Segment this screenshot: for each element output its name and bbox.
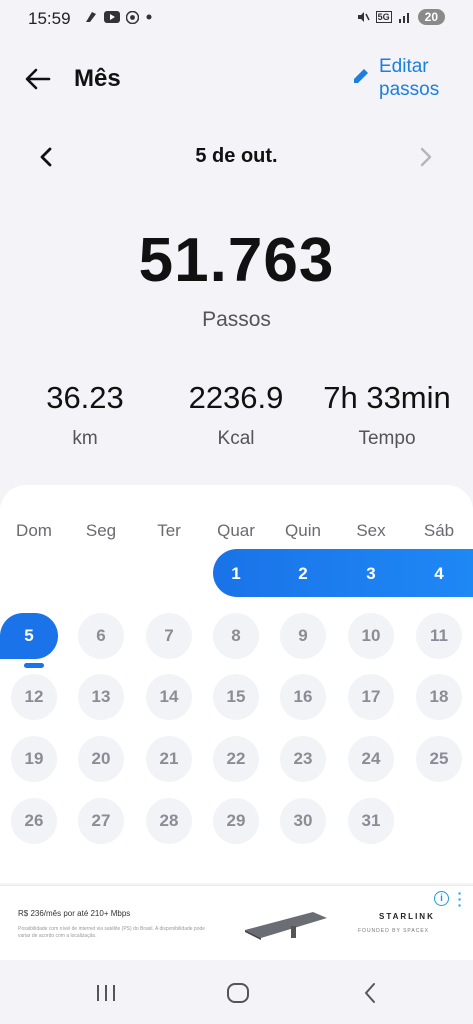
distance-value: 36.23 <box>46 380 124 415</box>
ad-brand-subtitle: FOUNDED BY SPACEX <box>358 928 429 934</box>
calories-stat: 2236.9 Kcal <box>171 380 301 450</box>
calendar-day[interactable]: 9 <box>280 613 326 659</box>
calendar-day[interactable]: 5 <box>0 613 58 659</box>
more-vertical-icon[interactable]: · · · <box>456 886 464 912</box>
signal-app-icon <box>86 12 96 22</box>
pencil-icon <box>354 69 368 83</box>
calories-unit: Kcal <box>217 428 255 449</box>
time-value: 7h 33min <box>323 380 451 415</box>
time-label: Tempo <box>358 428 416 449</box>
signal-icon <box>398 13 409 23</box>
calendar-day[interactable]: 23 <box>280 736 326 782</box>
weekday-label: Sáb <box>423 521 455 540</box>
edit-steps-button[interactable]: Editar passos <box>351 55 459 101</box>
next-date-button[interactable] <box>412 143 440 171</box>
selected-day-marker <box>24 663 44 668</box>
info-icon[interactable]: i <box>434 891 449 906</box>
steps-count: 51.763 <box>138 226 335 295</box>
distance-stat: 36.23 km <box>20 380 150 450</box>
calendar-day[interactable]: 25 <box>416 736 462 782</box>
current-date-label: 5 de out. <box>195 145 278 167</box>
recent-apps-icon <box>97 985 115 1001</box>
arrow-left-icon <box>25 68 51 90</box>
calendar-day[interactable]: 22 <box>213 736 259 782</box>
weekday-label: Quar <box>217 521 255 540</box>
ad-headline: R$ 236/mês por até 210+ Mbps <box>18 909 131 918</box>
steps-label: Passos <box>202 308 271 331</box>
edit-label-line1: Editar <box>379 56 429 77</box>
date-navigation: 5 de out. <box>0 135 473 179</box>
calendar-day[interactable]: 30 <box>280 798 326 844</box>
calendar-day[interactable]: 14 <box>146 674 192 720</box>
chevron-right-icon <box>420 147 432 167</box>
calendar-day[interactable]: 20 <box>78 736 124 782</box>
ad-banner[interactable]: R$ 236/mês por até 210+ Mbps Possibilida… <box>0 885 473 960</box>
edit-label-line2: passos <box>379 79 440 100</box>
calendar-day[interactable]: 8 <box>213 613 259 659</box>
calendar-day[interactable]: 27 <box>78 798 124 844</box>
calendar-day[interactable]: 16 <box>280 674 326 720</box>
calendar-day[interactable]: 19 <box>11 736 57 782</box>
calendar-day[interactable]: 24 <box>348 736 394 782</box>
ad-brand: STARLINK <box>379 912 435 921</box>
satellite-dish-image <box>245 912 327 940</box>
weekday-label: Sex <box>356 521 386 540</box>
youtube-icon <box>104 11 120 23</box>
recent-apps-button[interactable] <box>86 978 126 1008</box>
calendar-day[interactable]: 6 <box>78 613 124 659</box>
calendar-day[interactable]: 12 <box>11 674 57 720</box>
dot-icon <box>146 14 152 20</box>
calendar-day[interactable]: 28 <box>146 798 192 844</box>
battery-indicator: 20 <box>417 9 445 25</box>
distance-unit: km <box>72 428 98 449</box>
calendar-day[interactable]: 7 <box>146 613 192 659</box>
home-icon <box>227 983 249 1003</box>
ad-disclaimer: Possibilidade com nível de internet via … <box>18 926 206 939</box>
stats-row: 36.23 km 2236.9 Kcal 7h 33min Tempo <box>0 380 473 460</box>
weekday-label: Ter <box>157 521 181 540</box>
calendar-day[interactable]: 18 <box>416 674 462 720</box>
system-back-button[interactable] <box>350 978 390 1008</box>
calendar-day[interactable]: 26 <box>11 798 57 844</box>
mute-icon <box>357 12 370 22</box>
time-stat: 7h 33min Tempo <box>313 380 461 450</box>
calendar-day[interactable]: 10 <box>348 613 394 659</box>
weekday-label: Quin <box>285 521 321 540</box>
network-label: 5G <box>375 11 392 23</box>
calendar-day[interactable]: 3 <box>348 551 394 597</box>
weekday-label: Dom <box>16 521 52 540</box>
calendar-day[interactable]: 4 <box>416 551 462 597</box>
calendar-day[interactable]: 15 <box>213 674 259 720</box>
calendar-day[interactable]: 11 <box>416 613 462 659</box>
app-header: Mês Editar passos <box>0 55 473 105</box>
weekday-label: Seg <box>85 521 117 540</box>
system-nav-bar <box>0 962 473 1024</box>
back-button[interactable] <box>22 63 54 95</box>
calendar-day[interactable]: 2 <box>280 551 326 597</box>
calendar-day[interactable]: 17 <box>348 674 394 720</box>
calendar-day[interactable]: 31 <box>348 798 394 844</box>
page-title: Mês <box>74 65 121 92</box>
calendar-day[interactable]: 21 <box>146 736 192 782</box>
calories-value: 2236.9 <box>188 380 284 415</box>
calendar-day[interactable]: 13 <box>78 674 124 720</box>
chevron-left-icon <box>365 983 375 1003</box>
calendar-day[interactable]: 29 <box>213 798 259 844</box>
home-button[interactable] <box>218 978 258 1008</box>
chrome-icon <box>126 10 139 24</box>
status-bar: 15:59 5G 20 <box>0 0 473 40</box>
calendar-card: Dom Seg Ter Quar Quin Sex Sáb 1 2 3 4 5 6 7 8 9 10 11 12 13… <box>0 485 473 883</box>
calendar-day[interactable]: 1 <box>213 551 259 597</box>
status-time: 15:59 <box>28 9 71 28</box>
